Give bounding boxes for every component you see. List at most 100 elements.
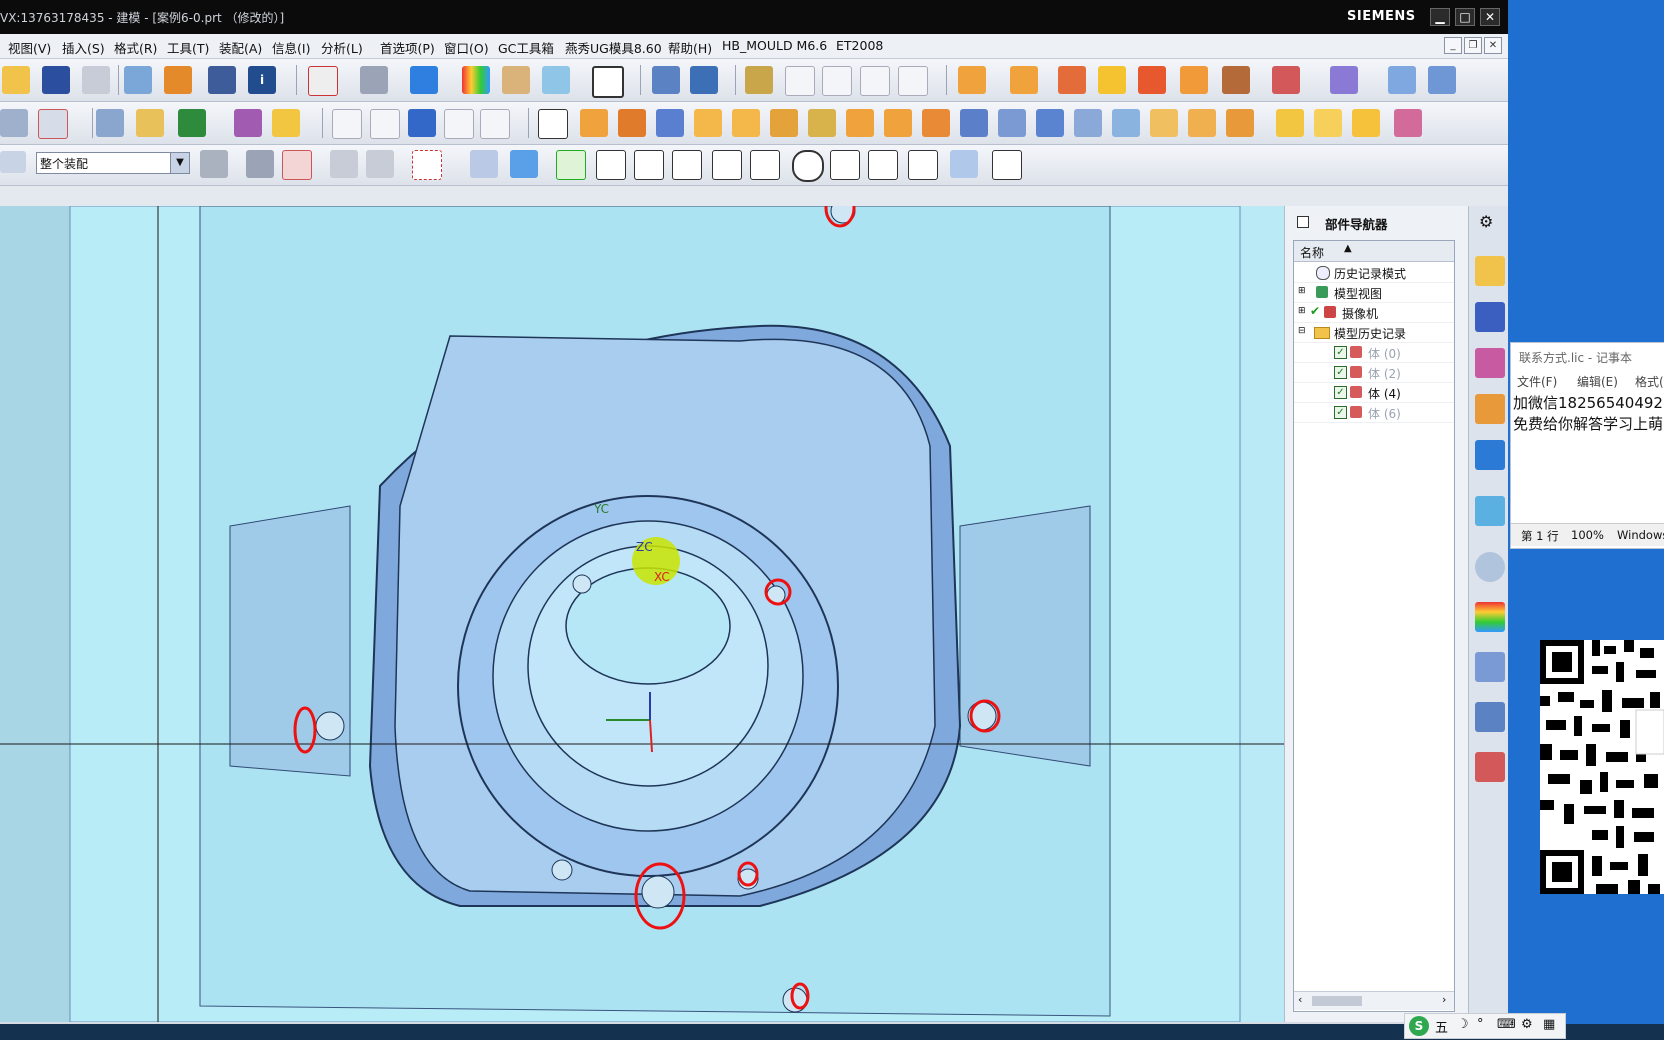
menu-assembly[interactable]: 装配(A) [219,38,262,57]
solid-view-icon[interactable] [410,66,438,94]
mould-tool-5-icon[interactable] [1138,66,1166,94]
select-assembly-icon[interactable] [200,150,228,178]
menu-et2008[interactable]: ET2008 [836,38,883,53]
visualization-icon[interactable] [1475,752,1505,782]
spline-icon[interactable] [898,66,928,96]
transform-icon[interactable] [690,66,718,94]
pin-icon[interactable] [1297,216,1309,228]
measure-icon[interactable] [745,66,773,94]
process-studio-icon[interactable] [1475,496,1505,526]
play-feature-icon[interactable] [178,109,206,137]
close-button[interactable]: ✕ [1480,8,1500,26]
mould-tool-7-icon[interactable] [1222,66,1250,94]
doc-close-button[interactable]: ✕ [1484,37,1502,54]
midpoint-icon[interactable] [634,150,664,180]
quadrant-icon[interactable] [750,150,780,180]
arc-center-icon[interactable] [792,150,824,182]
datum-csys-icon[interactable] [38,109,68,139]
palette-icon[interactable] [1475,602,1505,632]
ime-toolbar[interactable]: S 五 ☽ ° ⌨ ⚙ ▦ [1404,1013,1566,1039]
visibility-checkbox[interactable]: ✓ [1334,346,1347,359]
doc-restore-button[interactable]: ❐ [1464,37,1482,54]
edit-parameters-icon[interactable] [136,109,164,137]
tree-item-body-6[interactable]: ✓ 体 (6) [1294,402,1454,423]
tree-item-model-views[interactable]: ⊞ 模型视图 [1294,282,1454,303]
patch-icon[interactable] [1394,109,1422,137]
tree-item-cameras[interactable]: ⊞ ✔ 摄像机 [1294,302,1454,323]
endpoint-icon[interactable] [596,150,626,180]
draft-icon[interactable] [1036,109,1064,137]
menu-help[interactable]: 帮助(H) [668,38,712,57]
menu-view[interactable]: 视图(V) [8,38,51,57]
array-icon[interactable] [884,109,912,137]
body-select-icon[interactable] [510,150,538,178]
keyboard-icon[interactable]: ⌨ [1497,1017,1516,1032]
point-set-icon[interactable] [234,109,262,137]
mesh-surface-icon[interactable] [1388,66,1416,94]
info-icon[interactable]: i [248,66,276,94]
notepad-menu-edit[interactable]: 编辑(E) [1577,373,1618,390]
constraint-navigator-icon[interactable] [1475,302,1505,332]
extrude-icon[interactable] [580,109,608,137]
fillet-curve-icon[interactable] [480,109,510,139]
horizontal-scrollbar[interactable]: ‹ › [1294,991,1454,1010]
tree-item-model-history[interactable]: ⊟ 模型历史记录 [1294,322,1454,343]
reuse-library-icon[interactable] [1475,394,1505,424]
offset-curve-icon[interactable] [860,66,890,96]
zoom-fit-icon[interactable] [308,66,338,96]
line-icon[interactable] [332,109,362,139]
history-clock-icon[interactable] [1475,552,1505,582]
move-icon[interactable] [652,66,680,94]
thicken-icon[interactable] [1352,109,1380,137]
menu-gc-toolbox[interactable]: GC工具箱 [498,38,554,57]
save-icon[interactable] [42,66,70,94]
visibility-checkbox[interactable]: ✓ [1334,366,1347,379]
scroll-right-icon[interactable]: › [1442,993,1446,1006]
subtract-icon[interactable] [1188,109,1216,137]
minimize-button[interactable]: ▁ [1430,8,1450,26]
assembly-navigator-icon[interactable] [1475,256,1505,286]
settings-icon[interactable]: ⚙ [1521,1017,1533,1032]
scroll-left-icon[interactable]: ‹ [1298,993,1302,1006]
notepad-menu-format[interactable]: 格式(O) [1635,373,1664,390]
mirror-icon[interactable] [922,109,950,137]
grid-icon[interactable] [992,150,1022,180]
scope-select[interactable]: 整个装配 ▼ [36,152,190,174]
mould-tool-8-icon[interactable] [1272,66,1300,94]
ime-mode-label[interactable]: 五 [1435,1017,1448,1036]
object-info-icon[interactable] [208,66,236,94]
pocket-icon[interactable] [770,109,798,137]
shading-icon[interactable] [164,66,192,94]
menu-preferences[interactable]: 首选项(P) [380,38,435,57]
shell-icon[interactable] [960,109,988,137]
menu-window[interactable]: 窗口(O) [444,38,489,57]
face-tool-icon[interactable] [1276,109,1304,137]
intersection-icon[interactable] [712,150,742,180]
menu-format[interactable]: 格式(R) [114,38,157,57]
menu-tools[interactable]: 工具(T) [167,38,209,57]
scroll-thumb[interactable] [1312,996,1362,1006]
system-materials-icon[interactable] [1475,702,1505,732]
doc-minimize-button[interactable]: _ [1444,37,1462,54]
layer-icon[interactable] [502,66,530,94]
menu-yanxiu-mould[interactable]: 燕秀UG模具8.60 [565,38,662,57]
arc-icon[interactable] [370,109,400,139]
menu-info[interactable]: 信息(I) [272,38,310,57]
mould-tool-1-icon[interactable] [958,66,986,94]
rectangle-icon[interactable] [538,109,568,139]
mould-tool-2-icon[interactable] [1010,66,1038,94]
curve-icon[interactable] [822,66,852,96]
view-frame-icon[interactable] [592,66,624,98]
render-style-icon[interactable] [360,66,388,94]
tree-item-body-0[interactable]: ✓ 体 (0) [1294,342,1454,363]
collapse-icon[interactable]: ⊟ [1298,326,1306,336]
quadrant-point-icon[interactable] [830,150,860,180]
grid-surface-icon[interactable] [1428,66,1456,94]
navigator-tree[interactable]: 名称 ▲ 历史记录模式 ⊞ 模型视图 ⊞ ✔ 摄像机 ⊟ 模型历史记录 ✓ 体 … [1293,240,1455,1012]
maximize-button[interactable]: □ [1455,8,1475,26]
menu-hb-mould[interactable]: HB_MOULD M6.6 [722,38,827,53]
filter-icon[interactable] [246,150,274,178]
tree-item-body-2[interactable]: ✓ 体 (2) [1294,362,1454,383]
color-icon[interactable] [462,66,490,94]
tree-item-body-4[interactable]: ✓ 体 (4) [1294,382,1454,403]
